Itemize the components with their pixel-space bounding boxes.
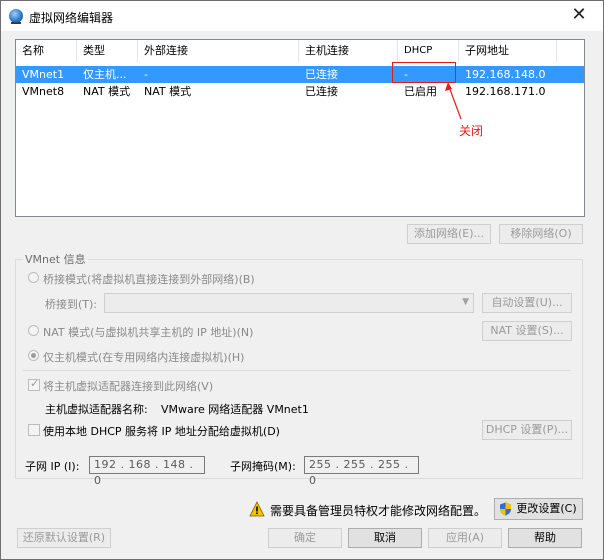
network-list-header: 名称 类型 外部连接 主机连接 DHCP 子网地址 [16, 40, 584, 62]
column-external-header[interactable]: 外部连接 [138, 40, 299, 62]
subnet-ip-label: 子网 IP (I): [25, 460, 80, 473]
auto-settings-button[interactable]: 自动设置(U)... [482, 293, 572, 313]
column-host-header[interactable]: 主机连接 [299, 40, 398, 62]
use-local-dhcp-label: 使用本地 DHCP 服务将 IP 地址分配给虚拟机(D) [43, 425, 280, 438]
network-type-cell: 仅主机... [83, 68, 127, 81]
bridged-to-select[interactable]: ▼ [104, 293, 474, 313]
host-only-mode-label: 仅主机模式(在专用网络内连接虚拟机)(H) [43, 351, 245, 364]
host-connection-cell: 已连接 [305, 68, 338, 81]
add-network-button[interactable]: 添加网络(E)... [407, 224, 491, 244]
subnet-address-cell: 192.168.171.0 [465, 85, 546, 98]
change-settings-button[interactable]: 更改设置(C) [494, 498, 583, 520]
vmnet-info-group [15, 259, 583, 479]
nat-mode-radio[interactable] [28, 325, 39, 336]
cancel-button[interactable]: 取消 [348, 528, 422, 548]
table-row[interactable]: VMnet8 NAT 模式 NAT 模式 已连接 已启用 192.168.171… [16, 83, 584, 100]
column-subnet-header[interactable]: 子网地址 [459, 40, 557, 62]
use-local-dhcp-checkbox[interactable] [28, 424, 40, 436]
app-globe-icon [9, 9, 23, 24]
virtual-network-editor-dialog: 虚拟网络编辑器 ✕ 名称 类型 外部连接 主机连接 DHCP 子网地址 VMne… [0, 0, 604, 560]
table-row[interactable]: VMnet1 仅主机... - 已连接 - 192.168.148.0 [16, 66, 584, 83]
title-bar: 虚拟网络编辑器 ✕ [1, 1, 603, 31]
nat-mode-label: NAT 模式(与虚拟机共享主机的 IP 地址)(N) [43, 326, 254, 339]
admin-warning-text: 需要具备管理员特权才能修改网络配置。 [270, 504, 487, 518]
connect-host-adapter-label: 将主机虚拟适配器连接到此网络(V) [43, 380, 214, 393]
restore-defaults-button[interactable]: 还原默认设置(R) [17, 528, 111, 548]
network-name-cell: VMnet1 [22, 68, 65, 81]
close-icon[interactable]: ✕ [569, 5, 589, 25]
dhcp-settings-button[interactable]: DHCP 设置(P)... [482, 420, 572, 440]
column-type-header[interactable]: 类型 [77, 40, 138, 62]
host-connection-cell: 已连接 [305, 85, 338, 98]
network-type-cell: NAT 模式 [83, 85, 131, 98]
ok-button[interactable]: 确定 [268, 528, 342, 548]
shield-icon [500, 502, 511, 516]
warning-icon [249, 501, 265, 517]
column-dhcp-header[interactable]: DHCP [398, 40, 459, 62]
adapter-name-label: 主机虚拟适配器名称: [45, 403, 148, 416]
subnet-address-cell: 192.168.148.0 [465, 68, 546, 81]
annotation-arrow-icon [445, 82, 462, 120]
subnet-mask-field[interactable]: 255 . 255 . 255 . 0 [304, 456, 419, 487]
change-settings-label: 更改设置(C) [516, 502, 577, 515]
chevron-down-icon: ▼ [462, 297, 469, 307]
bridged-mode-radio[interactable] [28, 272, 39, 283]
dhcp-highlight-box [392, 62, 456, 83]
bridged-mode-label: 桥接模式(将虚拟机直接连接到外部网络)(B) [43, 273, 255, 286]
checkmark-icon: ✓ [30, 377, 40, 390]
annotation-label: 关闭 [459, 124, 484, 138]
subnet-ip-field[interactable]: 192 . 168 . 148 . 0 [89, 456, 205, 487]
nat-settings-button[interactable]: NAT 设置(S)... [482, 321, 572, 341]
window-title: 虚拟网络编辑器 [29, 11, 114, 25]
vmnet-info-label: VMnet 信息 [23, 251, 88, 267]
remove-network-button[interactable]: 移除网络(O) [499, 224, 583, 244]
bridged-to-label: 桥接到(T): [45, 298, 98, 311]
divider [23, 370, 571, 371]
external-connection-cell: NAT 模式 [144, 85, 192, 98]
external-connection-cell: - [144, 68, 148, 81]
apply-button[interactable]: 应用(A) [428, 528, 502, 548]
network-name-cell: VMnet8 [22, 85, 65, 98]
help-button[interactable]: 帮助 [508, 528, 582, 548]
adapter-name-value: VMware 网络适配器 VMnet1 [161, 403, 309, 416]
host-only-mode-radio[interactable] [28, 350, 39, 361]
connect-host-adapter-checkbox[interactable]: ✓ [28, 377, 40, 391]
column-name-header[interactable]: 名称 [16, 40, 77, 62]
network-list[interactable]: 名称 类型 外部连接 主机连接 DHCP 子网地址 VMnet1 仅主机... … [15, 39, 585, 217]
subnet-mask-label: 子网掩码(M): [230, 460, 296, 473]
